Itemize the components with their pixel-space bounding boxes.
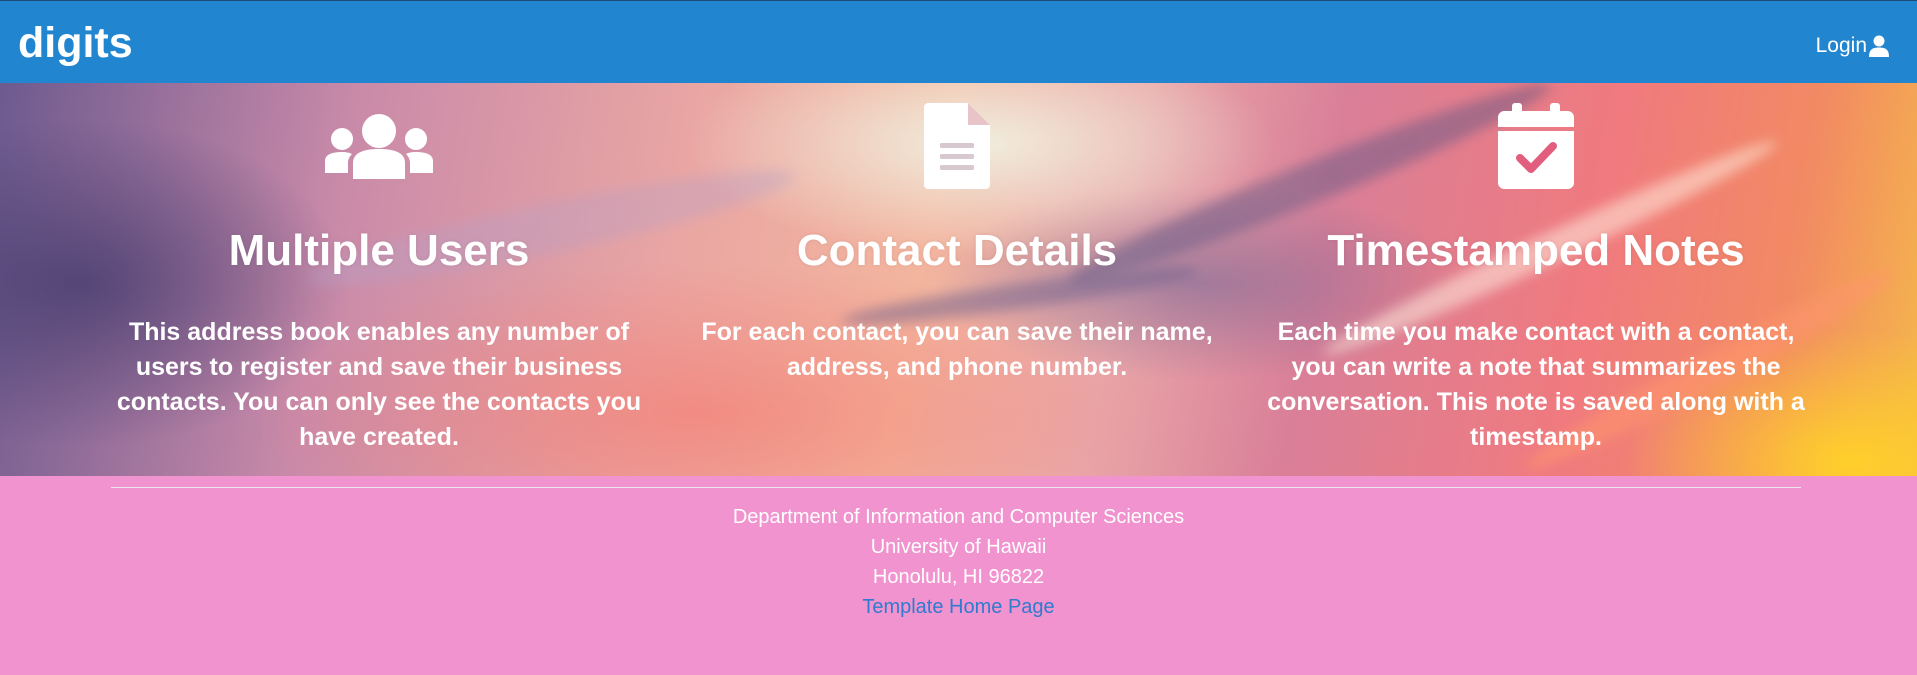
feature-title: Multiple Users (228, 226, 530, 275)
top-navbar: digits Login (0, 0, 1917, 83)
login-button[interactable]: Login (1816, 33, 1889, 59)
footer-university: University of Hawaii (870, 536, 1047, 558)
users-icon (325, 114, 433, 179)
footer-divider (111, 487, 1801, 488)
template-home-link[interactable]: Template Home Page (862, 596, 1054, 618)
footer-department: Department of Information and Computer S… (732, 506, 1185, 528)
feature-title: Contact Details (796, 226, 1118, 275)
file-text-icon (924, 103, 990, 189)
user-icon (1869, 35, 1889, 57)
feature-description: For each contact, you can save their nam… (701, 318, 1213, 381)
calendar-check-icon (1498, 103, 1574, 189)
footer: Department of Information and Computer S… (0, 476, 1917, 675)
feature-title: Timestamped Notes (1327, 226, 1745, 275)
feature-description: This address book enables any number of … (116, 318, 642, 451)
feature-description: Each time you make contact with a contac… (1267, 318, 1805, 451)
login-label: Login (1815, 34, 1867, 57)
footer-city: Honolulu, HI 96822 (872, 566, 1045, 588)
footer-address: Department of Information and Computer S… (0, 502, 1917, 622)
brand-logo[interactable]: digits (18, 19, 133, 67)
hero-section: Multiple Users This address book enables… (0, 83, 1917, 476)
